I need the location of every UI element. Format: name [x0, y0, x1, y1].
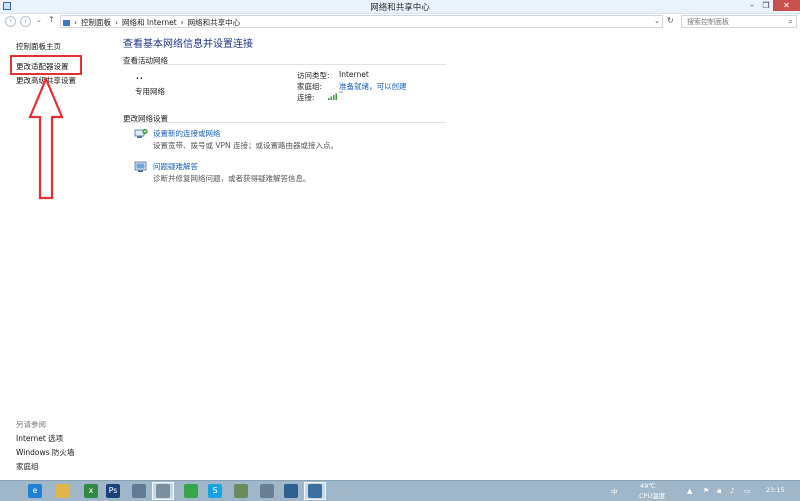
- see-also-internet-options[interactable]: Internet 选项: [16, 433, 63, 444]
- connection-link[interactable]: '': [339, 90, 343, 99]
- troubleshoot-icon: [134, 161, 147, 172]
- connection-label: 连接:: [297, 93, 315, 102]
- address-bar[interactable]: › 控制面板 › 网络和 Internet › 网络和共享中心 ⌄: [60, 15, 663, 28]
- explorer-icon[interactable]: [56, 484, 70, 498]
- breadcrumb: › 控制面板 › 网络和 Internet › 网络和共享中心: [63, 17, 244, 28]
- setup-new-connection-link[interactable]: 设置新的连接或网络: [153, 128, 221, 139]
- network-category: 专用网络: [135, 87, 165, 96]
- highlight-box: [10, 55, 82, 75]
- breadcrumb-separator: ›: [74, 18, 77, 27]
- search-input[interactable]: 搜索控制面板 ⌕: [681, 15, 797, 28]
- cpu-temperature-label: CPU温度: [639, 492, 666, 500]
- breadcrumb-separator: ›: [115, 18, 118, 27]
- breadcrumb-network-internet[interactable]: 网络和 Internet: [122, 18, 177, 27]
- network-tray-icon[interactable]: ▪: [717, 487, 722, 495]
- minimize-button[interactable]: –: [745, 0, 759, 11]
- wifi-signal-icon: [328, 93, 337, 100]
- restore-button[interactable]: ❐: [759, 0, 773, 11]
- up-arrow-annotation: [28, 77, 64, 200]
- taskbar: e x Ps S 中 49℃ CPU温度 ▲ ⚑ ▪ ♪ ▭ 23:15: [0, 480, 800, 501]
- access-type-label: 访问类型:: [297, 71, 330, 80]
- divider: [123, 64, 446, 65]
- phone-icon[interactable]: [184, 484, 198, 498]
- troubleshoot-problems-description: 诊断并修复网络问题，或者获得疑难解答信息。: [153, 174, 311, 183]
- clock[interactable]: 23:15: [766, 486, 785, 494]
- access-type-value: Internet: [339, 70, 369, 79]
- up-button[interactable]: ↑: [48, 15, 55, 24]
- window-title: 网络和共享中心: [370, 3, 430, 13]
- ie-icon[interactable]: e: [28, 484, 42, 498]
- refresh-button[interactable]: ↻: [667, 16, 674, 25]
- folder-icon[interactable]: [260, 484, 274, 498]
- homegroup-link[interactable]: 准备就绪，可以创建: [339, 81, 407, 92]
- forward-button[interactable]: ›: [20, 16, 31, 27]
- address-dropdown-button[interactable]: ⌄: [654, 17, 660, 25]
- keyboard-icon[interactable]: ▭: [744, 487, 751, 495]
- recent-locations-dropdown[interactable]: ⌄: [36, 16, 42, 24]
- photoshop-icon[interactable]: Ps: [106, 484, 120, 498]
- close-button[interactable]: ✕: [773, 0, 800, 11]
- browser-icon[interactable]: [234, 484, 248, 498]
- control-panel-icon: [63, 20, 70, 26]
- title-bar: 网络和共享中心 – ❐ ✕: [0, 0, 800, 14]
- search-placeholder: 搜索控制面板: [687, 18, 729, 26]
- calculator-icon[interactable]: [284, 484, 298, 498]
- homegroup-label: 家庭组:: [297, 82, 323, 91]
- navigation-bar: ‹ › ⌄ ↑ › 控制面板 › 网络和 Internet › 网络和共享中心 ⌄ ↻ 搜…: [0, 14, 800, 30]
- back-button[interactable]: ‹: [5, 16, 16, 27]
- tray-arrow-icon[interactable]: ▲: [687, 487, 692, 495]
- sidebar-item-control-panel-home[interactable]: 控制面板主页: [16, 41, 61, 52]
- see-also-heading: 另请参阅: [16, 420, 46, 429]
- breadcrumb-control-panel[interactable]: 控制面板: [81, 18, 111, 27]
- see-also-homegroup[interactable]: 家庭组: [16, 461, 39, 472]
- skype-icon[interactable]: S: [208, 484, 222, 498]
- setup-new-connection-description: 设置宽带、拨号或 VPN 连接；或设置路由器或接入点。: [153, 141, 339, 150]
- cpu-temperature-value: 49℃: [640, 482, 656, 490]
- control-panel-icon[interactable]: [308, 484, 322, 498]
- divider: [123, 122, 446, 123]
- excel-icon[interactable]: x: [84, 484, 98, 498]
- see-also-windows-firewall[interactable]: Windows 防火墙: [16, 447, 74, 458]
- volume-icon[interactable]: ♪: [730, 487, 734, 495]
- breadcrumb-separator: ›: [180, 18, 184, 27]
- search-icon[interactable]: ⌕: [789, 17, 793, 27]
- new-connection-icon: [134, 128, 148, 138]
- breadcrumb-network-sharing-center[interactable]: 网络和共享中心: [188, 18, 241, 27]
- input-method-indicator[interactable]: 中: [611, 486, 618, 496]
- flag-icon[interactable]: ⚑: [703, 487, 709, 495]
- media-icon[interactable]: [132, 484, 146, 498]
- player-icon[interactable]: [156, 484, 170, 498]
- troubleshoot-problems-link[interactable]: 问题疑难解答: [153, 161, 198, 172]
- network-name: ..: [136, 72, 144, 81]
- page-title: 查看基本网络信息并设置连接: [123, 39, 253, 50]
